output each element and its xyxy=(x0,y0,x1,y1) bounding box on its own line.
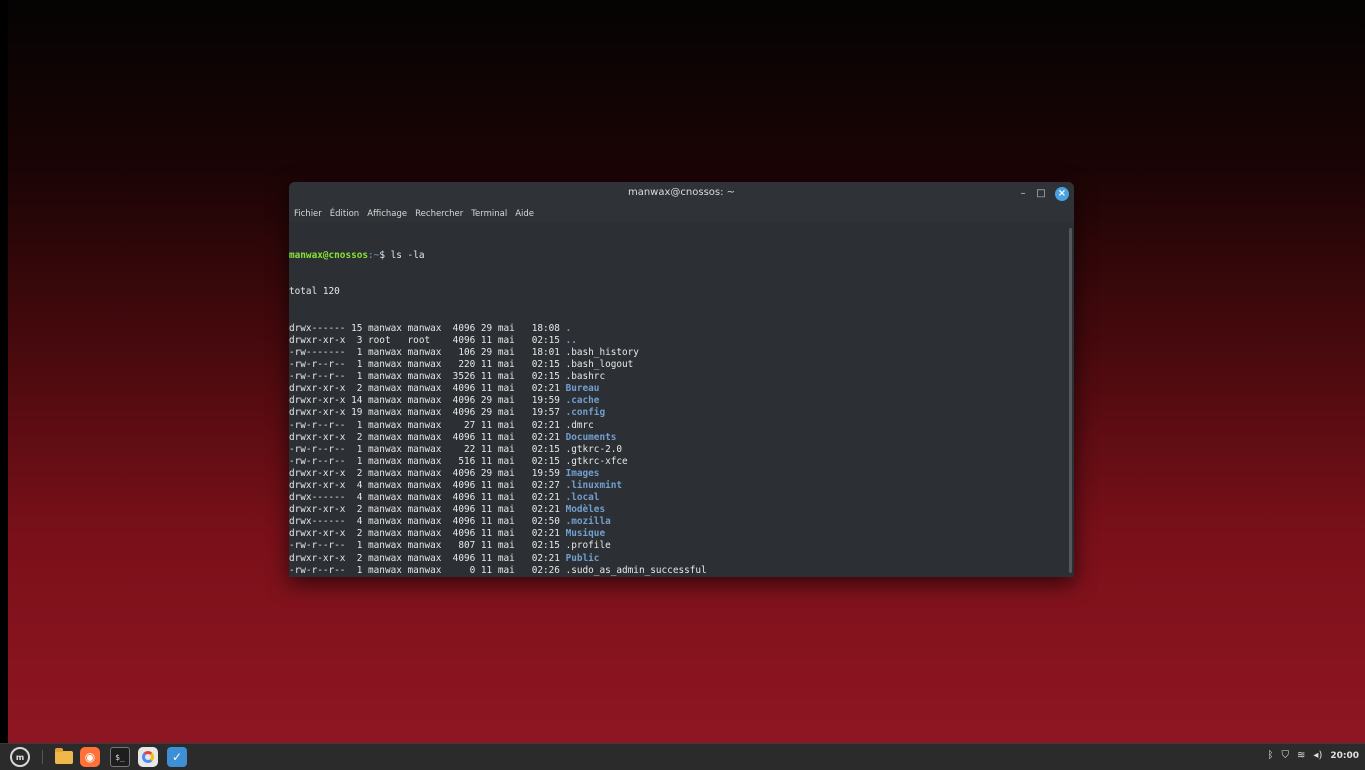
listing-row: -rw-r--r-- 1 manwax manwax 3526 11 mai 0… xyxy=(289,371,1068,383)
taskbar: m ◉ $_ ✓ ᛒ ⛉ ≋ ◂) 20:00 xyxy=(0,743,1365,770)
row-filename: . xyxy=(566,323,572,334)
chrome-icon[interactable] xyxy=(138,747,158,767)
row-meta: drwx------ 15 manwax manwax 4096 29 mai … xyxy=(289,323,566,334)
listing-row: drwxr-xr-x 2 manwax manwax 4096 29 mai 1… xyxy=(289,468,1068,480)
total-line: total 120 xyxy=(289,286,1068,298)
folder-icon[interactable] xyxy=(54,747,74,767)
row-filename: Images xyxy=(566,468,600,479)
prompt-user: manwax@cnossos xyxy=(289,250,368,261)
wifi-icon[interactable]: ≋ xyxy=(1297,750,1305,761)
minimize-button[interactable]: – xyxy=(1015,186,1031,202)
row-filename: .bash_logout xyxy=(566,359,634,370)
scrollbar[interactable] xyxy=(1069,228,1072,573)
row-meta: drwxr-xr-x 2 manwax manwax 4096 29 mai 1… xyxy=(289,468,566,479)
window-title: manwax@cnossos: ~ xyxy=(289,187,1074,198)
row-meta: drwxr-xr-x 2 manwax manwax 4096 11 mai 0… xyxy=(289,528,566,539)
listing-row: -rw-r--r-- 1 manwax manwax 0 11 mai 02:2… xyxy=(289,565,1068,577)
menubar: Fichier Édition Affichage Rechercher Ter… xyxy=(289,206,1074,222)
row-filename: .config xyxy=(566,407,606,418)
command-text: ls -la xyxy=(391,250,425,261)
row-filename: Documents xyxy=(566,432,617,443)
row-filename: .mozilla xyxy=(566,516,611,527)
row-meta: drwxr-xr-x 2 manwax manwax 4096 11 mai 0… xyxy=(289,504,566,515)
menu-fichier[interactable]: Fichier xyxy=(294,209,322,219)
row-meta: drwxr-xr-x 4 manwax manwax 4096 11 mai 0… xyxy=(289,480,566,491)
row-filename: .bashrc xyxy=(566,371,606,382)
listing-row: drwxr-xr-x 3 root root 4096 11 mai 02:15… xyxy=(289,335,1068,347)
close-button[interactable]: × xyxy=(1055,187,1069,201)
listing-row: -rw-r--r-- 1 manwax manwax 516 11 mai 02… xyxy=(289,456,1068,468)
taskbar-separator xyxy=(42,750,43,764)
firefox-icon[interactable]: ◉ xyxy=(80,747,100,767)
row-filename: .profile xyxy=(566,540,611,551)
row-meta: -rw-r--r-- 1 manwax manwax 27 11 mai 02:… xyxy=(289,420,566,431)
terminal-icon[interactable]: $_ xyxy=(110,747,130,767)
row-filename: .linuxmint xyxy=(566,480,622,491)
menu-terminal[interactable]: Terminal xyxy=(471,209,507,219)
menu-aide[interactable]: Aide xyxy=(515,209,534,219)
bluetooth-icon[interactable]: ᛒ xyxy=(1268,750,1274,761)
row-filename: .gtkrc-2.0 xyxy=(566,444,622,455)
row-meta: -rw------- 1 manwax manwax 106 29 mai 18… xyxy=(289,347,566,358)
listing-row: -rw-r--r-- 1 manwax manwax 807 11 mai 02… xyxy=(289,540,1068,552)
row-filename: Public xyxy=(566,553,600,564)
listing-row: drwxr-xr-x 14 manwax manwax 4096 29 mai … xyxy=(289,395,1068,407)
prompt-path: :~ xyxy=(368,250,379,261)
row-filename: Modèles xyxy=(566,504,606,515)
row-meta: -rw-r--r-- 1 manwax manwax 0 11 mai 02:2… xyxy=(289,565,566,576)
row-meta: drwx------ 4 manwax manwax 4096 11 mai 0… xyxy=(289,492,566,503)
listing-row: -rw-r--r-- 1 manwax manwax 220 11 mai 02… xyxy=(289,359,1068,371)
listing-row: -rw-r--r-- 1 manwax manwax 22 11 mai 02:… xyxy=(289,444,1068,456)
row-filename: .gtkrc-xfce xyxy=(566,456,628,467)
listing-row: drwxr-xr-x 2 manwax manwax 4096 11 mai 0… xyxy=(289,553,1068,565)
text-editor-icon[interactable]: ✓ xyxy=(167,747,187,767)
row-filename: .local xyxy=(566,492,600,503)
row-filename: .cache xyxy=(566,395,600,406)
listing-row: drwxr-xr-x 2 manwax manwax 4096 11 mai 0… xyxy=(289,528,1068,540)
shield-icon[interactable]: ⛉ xyxy=(1282,750,1290,761)
command-line: manwax@cnossos:~$ ls -la xyxy=(289,250,1068,262)
menu-rechercher[interactable]: Rechercher xyxy=(415,209,463,219)
listing-row: drwxr-xr-x 4 manwax manwax 4096 11 mai 0… xyxy=(289,480,1068,492)
row-meta: drwxr-xr-x 2 manwax manwax 4096 11 mai 0… xyxy=(289,553,566,564)
window-titlebar[interactable]: manwax@cnossos: ~ – □ × xyxy=(289,182,1074,206)
listing-rows: drwx------ 15 manwax manwax 4096 29 mai … xyxy=(289,323,1068,577)
listing-row: drwxr-xr-x 19 manwax manwax 4096 29 mai … xyxy=(289,407,1068,419)
row-filename: Bureau xyxy=(566,383,600,394)
listing-row: drwx------ 4 manwax manwax 4096 11 mai 0… xyxy=(289,516,1068,528)
row-meta: drwxr-xr-x 2 manwax manwax 4096 11 mai 0… xyxy=(289,432,566,443)
listing-row: drwx------ 4 manwax manwax 4096 11 mai 0… xyxy=(289,492,1068,504)
row-filename: .sudo_as_admin_successful xyxy=(566,565,707,576)
menu-edition[interactable]: Édition xyxy=(330,209,359,219)
row-meta: drwx------ 4 manwax manwax 4096 11 mai 0… xyxy=(289,516,566,527)
listing-row: drwx------ 15 manwax manwax 4096 29 mai … xyxy=(289,323,1068,335)
row-meta: -rw-r--r-- 1 manwax manwax 220 11 mai 02… xyxy=(289,359,566,370)
mint-logo-icon[interactable]: m xyxy=(10,747,30,767)
row-meta: drwxr-xr-x 19 manwax manwax 4096 29 mai … xyxy=(289,407,566,418)
row-filename: .. xyxy=(566,335,577,346)
listing-row: drwxr-xr-x 2 manwax manwax 4096 11 mai 0… xyxy=(289,383,1068,395)
listing-row: drwxr-xr-x 2 manwax manwax 4096 11 mai 0… xyxy=(289,504,1068,516)
row-filename: Musique xyxy=(566,528,606,539)
listing-row: -rw-r--r-- 1 manwax manwax 27 11 mai 02:… xyxy=(289,420,1068,432)
row-meta: -rw-r--r-- 1 manwax manwax 3526 11 mai 0… xyxy=(289,371,566,382)
clock[interactable]: 20:00 xyxy=(1330,751,1359,761)
row-meta: drwxr-xr-x 14 manwax manwax 4096 29 mai … xyxy=(289,395,566,406)
listing-row: drwxr-xr-x 2 manwax manwax 4096 11 mai 0… xyxy=(289,432,1068,444)
system-tray: ᛒ ⛉ ≋ ◂) 20:00 xyxy=(1268,750,1359,761)
row-meta: drwxr-xr-x 3 root root 4096 11 mai 02:15 xyxy=(289,335,566,346)
row-meta: drwxr-xr-x 2 manwax manwax 4096 11 mai 0… xyxy=(289,383,566,394)
prompt-symbol: $ xyxy=(379,250,390,261)
row-meta: -rw-r--r-- 1 manwax manwax 807 11 mai 02… xyxy=(289,540,566,551)
row-filename: .bash_history xyxy=(566,347,639,358)
listing-row: -rw------- 1 manwax manwax 106 29 mai 18… xyxy=(289,347,1068,359)
maximize-button[interactable]: □ xyxy=(1033,186,1049,202)
row-meta: -rw-r--r-- 1 manwax manwax 22 11 mai 02:… xyxy=(289,444,566,455)
row-meta: -rw-r--r-- 1 manwax manwax 516 11 mai 02… xyxy=(289,456,566,467)
volume-icon[interactable]: ◂) xyxy=(1313,750,1322,761)
row-filename: .dmrc xyxy=(566,420,594,431)
terminal-window[interactable]: manwax@cnossos: ~ – □ × Fichier Édition … xyxy=(289,182,1074,577)
menu-affichage[interactable]: Affichage xyxy=(367,209,407,219)
terminal-output[interactable]: manwax@cnossos:~$ ls -la total 120 drwx-… xyxy=(289,226,1068,577)
